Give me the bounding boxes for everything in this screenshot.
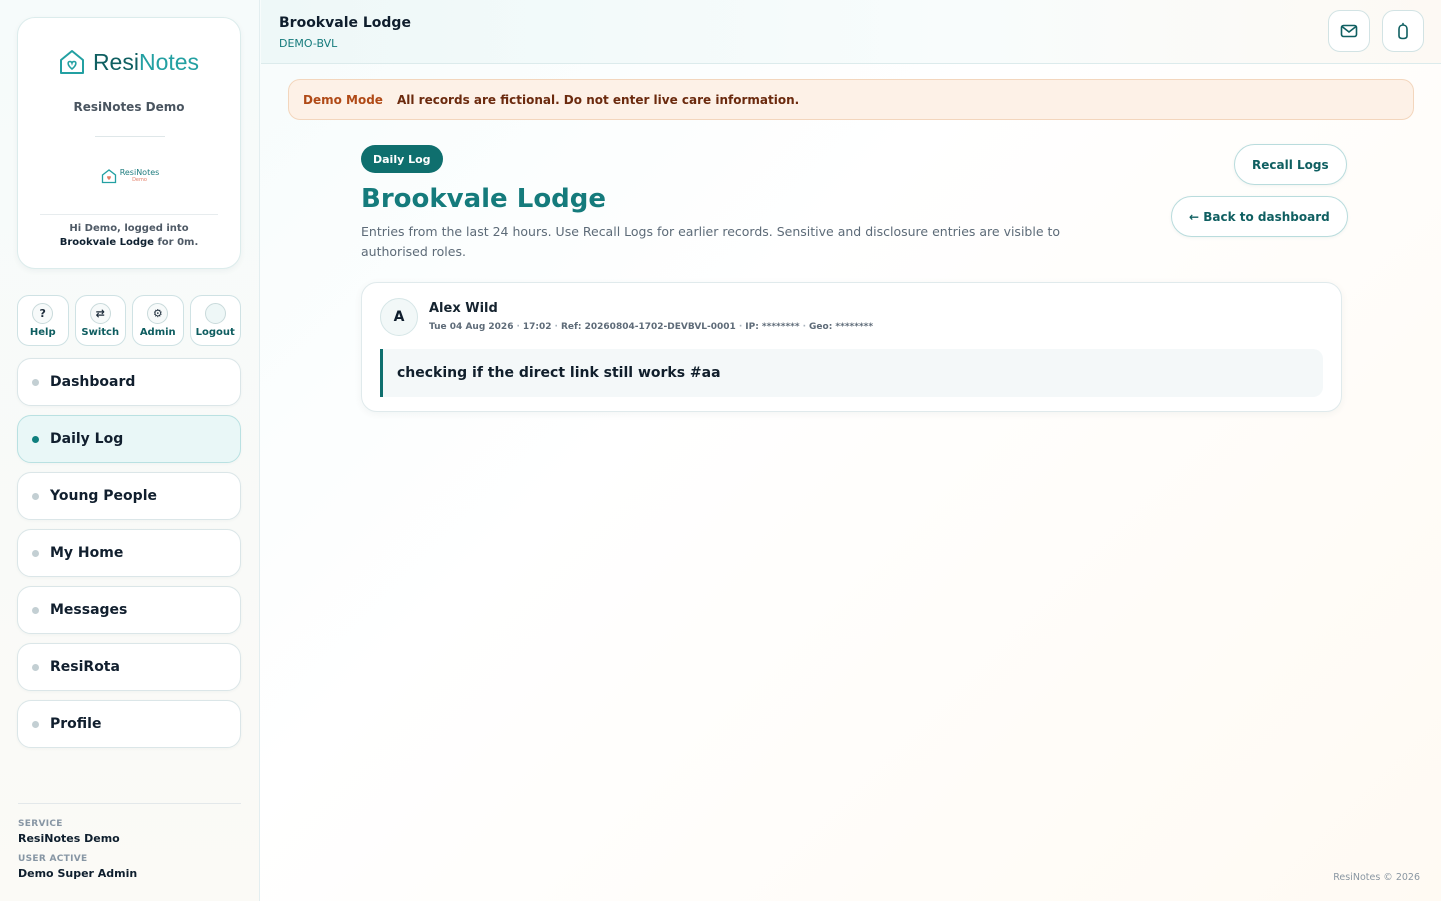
topbar: Brookvale Lodge DEMO-BVL [261, 0, 1441, 64]
nav-item-messages[interactable]: Messages [17, 586, 241, 634]
nav-item-resirota[interactable]: ResiRota [17, 643, 241, 691]
page-description: Entries from the last 24 hours. Use Reca… [361, 224, 1061, 259]
messages-button[interactable] [1328, 10, 1370, 52]
log-entry-card: A Alex Wild Tue 04 Aug 2026 · 17:02 · Ref: 2… [361, 282, 1342, 412]
nav-item-dashboard[interactable]: Dashboard [17, 358, 241, 406]
divider [40, 214, 218, 215]
notifications-button[interactable] [1382, 10, 1424, 52]
nav-item-young-people[interactable]: Young People [17, 472, 241, 520]
logout-icon [204, 303, 226, 324]
entry-meta: Tue 04 Aug 2026 · 17:02 · Ref: 20260804-1702… [429, 322, 874, 332]
admin-button[interactable]: ⚙ Admin [132, 295, 184, 346]
nav-dot [32, 492, 39, 500]
entry-date: Tue 04 Aug 2026 [429, 322, 514, 332]
nav-dot [32, 720, 39, 728]
logout-button[interactable]: Logout [189, 295, 241, 346]
switch-icon: ⇄ [89, 303, 111, 324]
avatar: A [380, 298, 418, 336]
recall-logs-button[interactable]: Recall Logs [1234, 144, 1347, 185]
sidebar: ResiNotes ResiNotes Demo ResiNotes Demo … [0, 0, 260, 901]
main-nav: Dashboard Daily Log Young People My Home… [17, 358, 241, 757]
entry-ref: Ref: 20260804-1702-DEVBVL-0001 [560, 322, 736, 332]
nav-dot [32, 378, 39, 386]
org-logo: ResiNotes Demo [98, 164, 162, 188]
entry-author: Alex Wild [429, 301, 498, 316]
help-button[interactable]: ? Help [17, 295, 69, 346]
back-to-dashboard-button[interactable]: ← Back to dashboard [1171, 196, 1348, 237]
nav-item-my-home[interactable]: My Home [17, 529, 241, 577]
nav-dot [32, 435, 39, 443]
home-title: Brookvale Lodge [279, 15, 411, 31]
brand-logo[interactable]: ResiNotes [18, 44, 240, 80]
divider [95, 136, 165, 137]
entry-geo: Geo: ******** [809, 322, 874, 332]
mail-icon [1340, 24, 1358, 38]
page-title: Brookvale Lodge [361, 184, 607, 214]
nav-dot [32, 663, 39, 671]
house-heart-icon [59, 50, 84, 74]
user-active-label: USER ACTIVE [18, 854, 88, 864]
switch-button[interactable]: ⇄ Switch [74, 295, 126, 346]
house-heart-icon [101, 169, 116, 184]
brand-card: ResiNotes ResiNotes Demo ResiNotes Demo … [17, 17, 241, 269]
entry-body: checking if the direct link still works … [380, 349, 1323, 397]
quick-actions: ? Help ⇄ Switch ⚙ Admin Logout [17, 295, 241, 346]
section-pill: Daily Log [361, 145, 443, 173]
login-status: Hi Demo, logged into Brookvale Lodge for… [59, 223, 199, 248]
home-code: DEMO-BVL [279, 37, 338, 50]
sidebar-footer: SERVICE ResiNotes Demo USER ACTIVE Demo … [18, 803, 241, 889]
copyright: ResiNotes © 2026 [1333, 872, 1420, 883]
service-label: SERVICE [18, 819, 63, 829]
help-icon: ? [32, 303, 54, 324]
nav-item-daily-log[interactable]: Daily Log [17, 415, 241, 463]
brand-subtitle: ResiNotes Demo [73, 100, 185, 114]
gear-icon: ⚙ [147, 303, 169, 324]
nav-dot [32, 606, 39, 614]
service-value: ResiNotes Demo [18, 832, 120, 845]
user-active-value: Demo Super Admin [18, 867, 138, 880]
nav-dot [32, 549, 39, 557]
entry-time: 17:02 [522, 322, 552, 332]
demo-mode-text: All records are fictional. Do not enter … [396, 92, 800, 107]
nav-item-profile[interactable]: Profile [17, 700, 241, 748]
demo-mode-banner: Demo Mode All records are fictional. Do … [288, 79, 1414, 120]
brand-wordmark: ResiNotes [92, 48, 200, 75]
demo-mode-label: Demo Mode [303, 92, 383, 107]
entry-ip: IP: ******** [745, 322, 800, 332]
bell-icon [1398, 22, 1408, 40]
